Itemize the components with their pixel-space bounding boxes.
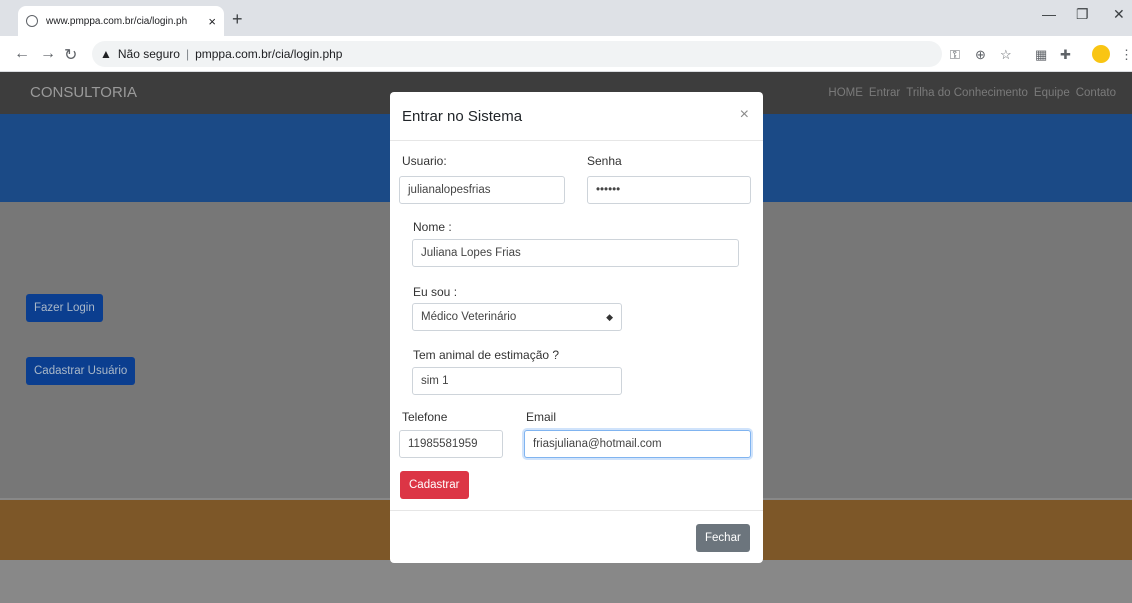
tab-close-icon[interactable]: × [208, 14, 216, 29]
url-separator: | [185, 47, 190, 61]
minimize-icon[interactable]: — [1042, 6, 1056, 22]
register-user-button[interactable]: Cadastrar Usuário [26, 357, 136, 385]
login-button[interactable]: Fazer Login [26, 294, 103, 322]
puzzle-icon[interactable]: ✚ [1060, 47, 1071, 63]
phone-label: Telefone [402, 410, 448, 424]
restore-icon[interactable]: ❐ [1076, 6, 1089, 23]
browser-tab[interactable]: www.pmppa.com.br/cia/login.ph × [18, 6, 224, 36]
profile-avatar[interactable] [1092, 45, 1110, 63]
close-icon[interactable]: × [740, 106, 749, 124]
globe-icon [26, 15, 38, 27]
user-input[interactable]: julianalopesfrias [399, 176, 565, 204]
user-label: Usuario: [402, 154, 447, 168]
reload-icon[interactable]: ↻ [64, 45, 77, 65]
forward-icon[interactable]: → [40, 45, 56, 63]
back-icon[interactable]: ← [14, 45, 30, 63]
url-text[interactable]: pmppa.com.br/cia/login.php [195, 47, 342, 61]
submit-register-button[interactable]: Cadastrar [400, 471, 469, 499]
new-tab-button[interactable]: + [232, 9, 243, 30]
name-label: Nome : [413, 220, 452, 234]
key-icon[interactable]: ⚿ [950, 47, 960, 63]
warning-icon[interactable]: ▲ [100, 47, 112, 61]
profession-value: Médico Veterinário [421, 311, 517, 323]
close-modal-button[interactable]: Fechar [696, 524, 750, 552]
close-window-icon[interactable]: ✕ [1113, 6, 1125, 23]
nav-entrar[interactable]: Entrar [869, 87, 900, 99]
modal-title: Entrar no Sistema [402, 108, 523, 125]
security-label[interactable]: Não seguro [118, 47, 180, 61]
iam-label: Eu sou : [413, 285, 458, 299]
nav-equipe[interactable]: Equipe [1034, 87, 1070, 99]
extension-icon[interactable]: ▦ [1035, 47, 1047, 63]
password-label: Senha [587, 154, 622, 168]
pet-input[interactable]: sim 1 [412, 367, 622, 395]
omnibox[interactable]: ▲ Não seguro | pmppa.com.br/cia/login.ph… [92, 41, 942, 67]
password-input[interactable]: •••••• [587, 176, 751, 204]
pet-label: Tem animal de estimação ? [413, 348, 560, 362]
profession-select[interactable]: Médico Veterinário ◆ [412, 303, 622, 331]
nav-trilha[interactable]: Trilha do Conhecimento [906, 87, 1028, 99]
nav-contato[interactable]: Contato [1076, 87, 1116, 99]
name-input[interactable]: Juliana Lopes Frias [412, 239, 739, 267]
menu-icon[interactable]: ⋮ [1120, 47, 1132, 63]
address-bar: ← → ↻ ▲ Não seguro | pmppa.com.br/cia/lo… [0, 36, 1132, 72]
nav-home[interactable]: HOME [828, 87, 863, 99]
star-icon[interactable]: ☆ [1000, 47, 1012, 63]
tab-title: www.pmppa.com.br/cia/login.ph [46, 15, 188, 27]
site-brand[interactable]: CONSULTORIA [30, 84, 137, 101]
phone-input[interactable]: 11985581959 [399, 430, 503, 458]
login-modal: Entrar no Sistema × Usuario: Senha julia… [390, 92, 763, 563]
modal-footer-divider [390, 510, 763, 511]
modal-header: Entrar no Sistema × [390, 92, 763, 141]
select-arrows-icon: ◆ [606, 312, 613, 322]
zoom-icon[interactable]: ⊕ [975, 47, 986, 63]
tab-strip: www.pmppa.com.br/cia/login.ph × + — ❐ ✕ [0, 0, 1132, 36]
email-input[interactable]: friasjuliana@hotmail.com [524, 430, 751, 458]
footer-area [0, 560, 1132, 603]
email-label: Email [526, 410, 557, 424]
nav-links: HOME Entrar Trilha do Conhecimento Equip… [828, 87, 1116, 99]
